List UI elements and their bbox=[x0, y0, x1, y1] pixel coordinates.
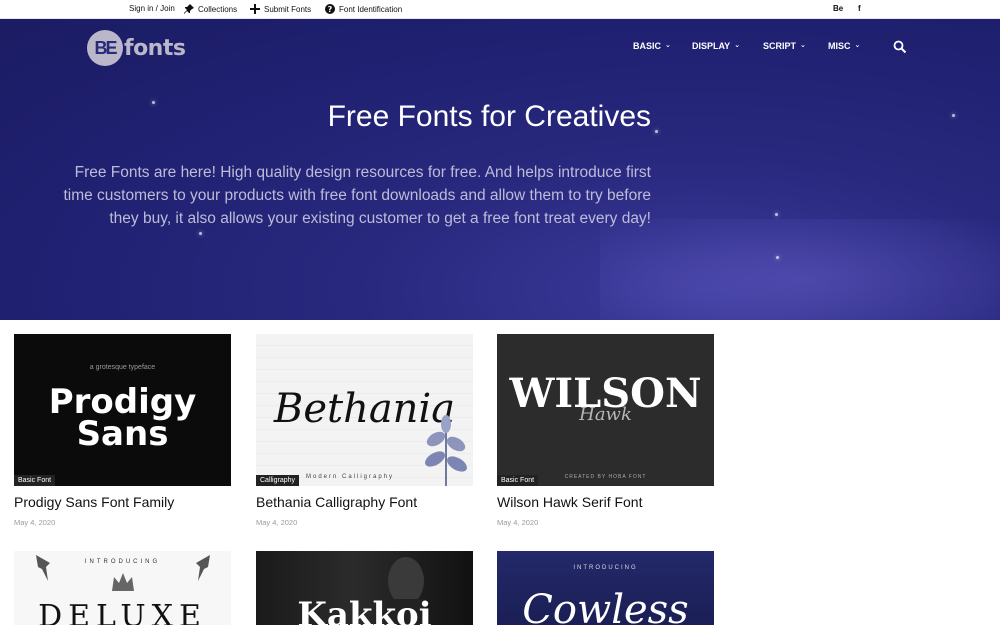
post-title[interactable]: Bethania Calligraphy Font bbox=[256, 494, 417, 510]
svg-text:?: ? bbox=[328, 5, 333, 14]
site-logo[interactable]: BE fonts bbox=[87, 30, 186, 66]
signin-label: Sign in / Join bbox=[129, 4, 175, 13]
bird-icon bbox=[196, 555, 210, 581]
thumbnail-headline: Prodigy Sans bbox=[14, 385, 231, 454]
thumbnail-subtitle: Hawk bbox=[579, 404, 632, 425]
hero-glow bbox=[600, 219, 1000, 320]
star-decoration bbox=[775, 213, 778, 216]
nav-display-label: DISPLAY bbox=[692, 41, 731, 51]
category-tag[interactable]: Calligraphy bbox=[256, 475, 300, 486]
bird-icon bbox=[36, 555, 50, 581]
post-title[interactable]: Prodigy Sans Font Family bbox=[14, 494, 174, 510]
chevron-down-icon: ⌄ bbox=[734, 42, 741, 49]
chevron-down-icon: ⌄ bbox=[800, 42, 806, 49]
post-thumbnail[interactable]: Kakkoi bbox=[256, 551, 473, 625]
behance-link[interactable]: Be bbox=[833, 4, 843, 13]
pin-icon bbox=[184, 4, 194, 14]
thumbnail-headline: Kakkoi bbox=[297, 595, 432, 625]
submit-fonts-label: Submit Fonts bbox=[264, 4, 312, 14]
chevron-down-icon: ⌄ bbox=[854, 42, 861, 49]
post-thumbnail[interactable]: a grotesque typeface Prodigy Sans Basic … bbox=[14, 334, 231, 486]
post-thumbnail[interactable]: Bethania Modern Calligraphy Calligraphy bbox=[256, 334, 473, 486]
thumbnail-line: Sans bbox=[76, 414, 169, 454]
hero-section: BE fonts BASIC ⌄ DISPLAY ⌄ SCRIPT ⌄ MISC… bbox=[0, 19, 1000, 320]
logo-word: fonts bbox=[124, 35, 186, 61]
post-date: May 4, 2020 bbox=[497, 518, 539, 527]
font-identification-link[interactable]: ? Font Identification bbox=[325, 4, 402, 14]
font-identification-label: Font Identification bbox=[339, 4, 403, 14]
nav-script[interactable]: SCRIPT ⌄ bbox=[763, 41, 806, 51]
nav-display[interactable]: DISPLAY ⌄ bbox=[692, 41, 740, 51]
post-thumbnail[interactable]: INTRODUCING DELUXE bbox=[14, 551, 231, 625]
category-tag[interactable]: Basic Font bbox=[14, 475, 56, 486]
star-decoration bbox=[655, 130, 658, 133]
collections-label: Collections bbox=[198, 4, 238, 14]
post-date: May 4, 2020 bbox=[256, 518, 298, 527]
facebook-link[interactable]: f bbox=[858, 4, 861, 13]
thumbnail-headline: DELUXE bbox=[38, 599, 207, 625]
signin-link[interactable]: Sign in / Join bbox=[129, 4, 175, 13]
thumbnail-subtitle: INTRODUCING bbox=[573, 565, 638, 571]
star-decoration bbox=[776, 256, 779, 259]
star-decoration bbox=[199, 232, 202, 235]
thumbnail-subtitle: a grotesque typeface bbox=[89, 364, 156, 371]
logo-mark: BE bbox=[87, 30, 123, 66]
nav-basic-label: BASIC bbox=[633, 41, 662, 51]
top-bar: Sign in / Join Collections Submit Fonts … bbox=[0, 0, 1000, 19]
submit-fonts-link[interactable]: Submit Fonts bbox=[250, 4, 311, 14]
chevron-down-icon: ⌄ bbox=[665, 42, 671, 49]
post-title[interactable]: Wilson Hawk Serif Font bbox=[497, 494, 642, 510]
thumbnail-headline: Cowless bbox=[522, 587, 689, 625]
plus-icon bbox=[250, 4, 260, 14]
leaf-icon bbox=[425, 415, 467, 486]
hero-description: Free Fonts are here! High quality design… bbox=[63, 164, 651, 227]
post-date: May 4, 2020 bbox=[14, 518, 56, 527]
hero-title: Free Fonts for Creatives bbox=[327, 100, 651, 133]
post-thumbnail[interactable]: WILSON Hawk CREATED BY HOBA FONT Basic F… bbox=[497, 334, 714, 486]
nav-misc-label: MISC bbox=[828, 41, 851, 51]
thumbnail-subtitle: Modern Calligraphy bbox=[306, 474, 395, 480]
search-icon[interactable] bbox=[893, 40, 907, 54]
nav-misc[interactable]: MISC ⌄ bbox=[828, 41, 860, 51]
crown-icon bbox=[112, 573, 134, 591]
nav-script-label: SCRIPT bbox=[763, 41, 797, 51]
collections-link[interactable]: Collections bbox=[184, 4, 237, 14]
star-decoration bbox=[952, 114, 955, 117]
category-tag[interactable]: Basic Font bbox=[497, 475, 539, 486]
nav-basic[interactable]: BASIC ⌄ bbox=[633, 41, 671, 51]
post-thumbnail[interactable]: INTRODUCING Cowless bbox=[497, 551, 714, 625]
question-icon: ? bbox=[325, 4, 335, 14]
